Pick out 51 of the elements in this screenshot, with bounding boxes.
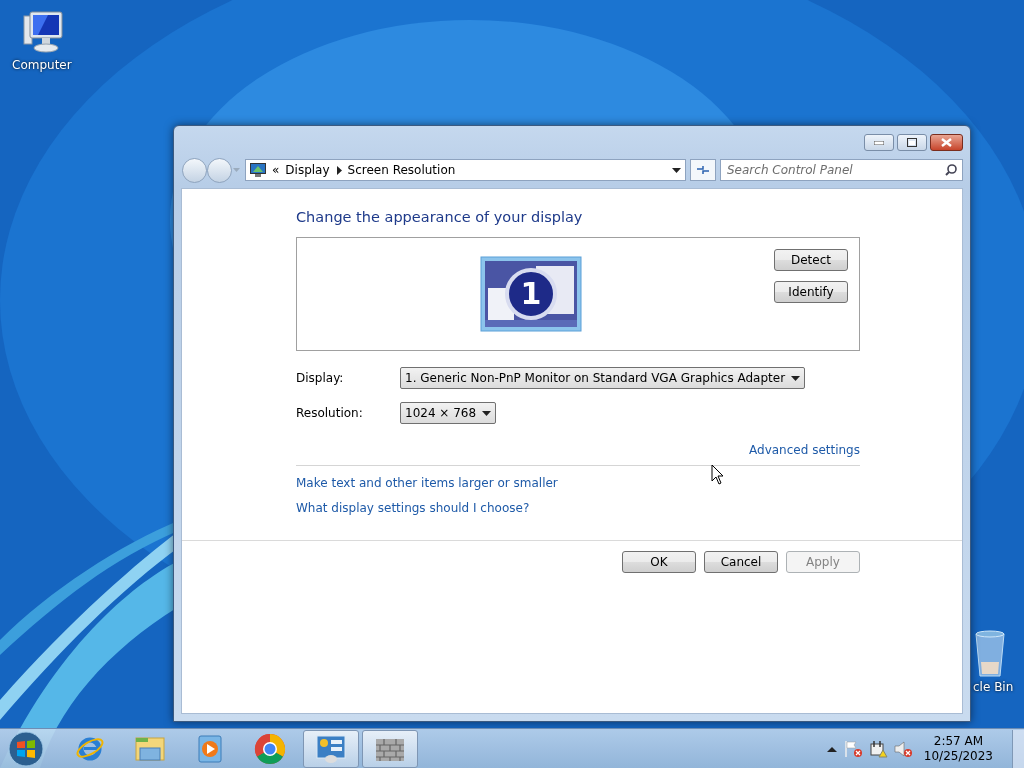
dropdown[interactable]: 1. Generic Non-PnP Monitor on Standard VGA Graphics Adapter — [400, 367, 806, 389]
refresh-icon — [696, 164, 710, 176]
panel-button[interactable]: Identify — [774, 281, 848, 303]
monitor-number: 1 — [520, 276, 542, 311]
monitor-drawing[interactable] — [480, 256, 582, 332]
network-icon[interactable] — [867, 738, 888, 759]
clock-date[interactable]: 10/25/2023 — [923, 748, 993, 764]
refresh-button[interactable] — [690, 159, 716, 181]
show-desktop-button[interactable] — [1012, 729, 1024, 768]
show-hidden-icons-icon[interactable] — [825, 744, 838, 753]
restore-icon — [907, 138, 917, 147]
monitor-icon — [250, 163, 266, 177]
chrome-icon[interactable] — [254, 732, 286, 765]
dialog-button[interactable]: OK — [622, 551, 696, 573]
close-icon — [941, 138, 952, 147]
desktop-icon-label: Computer — [12, 58, 72, 72]
help-link[interactable]: What display settings should I choose? — [296, 501, 530, 515]
advanced-settings-link[interactable]: Advanced settings — [749, 443, 860, 457]
dropdown[interactable]: 1024 × 768 — [400, 402, 497, 424]
breadcrumb-arrow-icon[interactable] — [335, 165, 342, 175]
close-button[interactable] — [930, 134, 963, 151]
control-panel-icon[interactable] — [315, 733, 347, 764]
forward-button[interactable] — [207, 157, 232, 183]
media-player-icon[interactable] — [196, 733, 224, 764]
page-heading: Change the appearance of your display — [296, 209, 584, 225]
desktop-icon-label: cle Bin — [973, 680, 1014, 694]
taskbar-button[interactable] — [303, 729, 359, 768]
caret-icon — [482, 410, 492, 416]
dialog-button[interactable]: Cancel — [704, 551, 778, 573]
field-label: Resolution: — [296, 406, 364, 420]
breadcrumb-overflow[interactable]: « — [272, 163, 280, 177]
caret-icon — [791, 375, 801, 381]
taskbar-button[interactable] — [362, 729, 418, 768]
cursor-icon — [711, 464, 725, 486]
help-link[interactable]: Make text and other items larger or smaller — [296, 476, 558, 490]
minimize-icon — [874, 140, 884, 145]
flag-icon[interactable] — [842, 738, 863, 759]
dropdown-caret-icon[interactable] — [672, 167, 681, 173]
breadcrumb-item[interactable]: Display — [285, 163, 330, 177]
field-label: Display: — [296, 371, 345, 385]
search-icon — [945, 164, 957, 176]
panel-button[interactable]: Detect — [774, 249, 848, 271]
recycle-bin-icon[interactable] — [973, 630, 1007, 678]
start-button[interactable] — [6, 729, 46, 768]
speaker-muted-icon[interactable] — [892, 738, 913, 759]
back-button[interactable] — [182, 157, 207, 183]
clock-time[interactable]: 2:57 AM — [933, 733, 984, 749]
search-field[interactable]: Search Control Panel — [720, 159, 963, 181]
address-bar[interactable]: « Display Screen Resolution — [245, 159, 686, 181]
breadcrumb-item[interactable]: Screen Resolution — [347, 163, 456, 177]
maximize-button[interactable] — [897, 134, 927, 151]
